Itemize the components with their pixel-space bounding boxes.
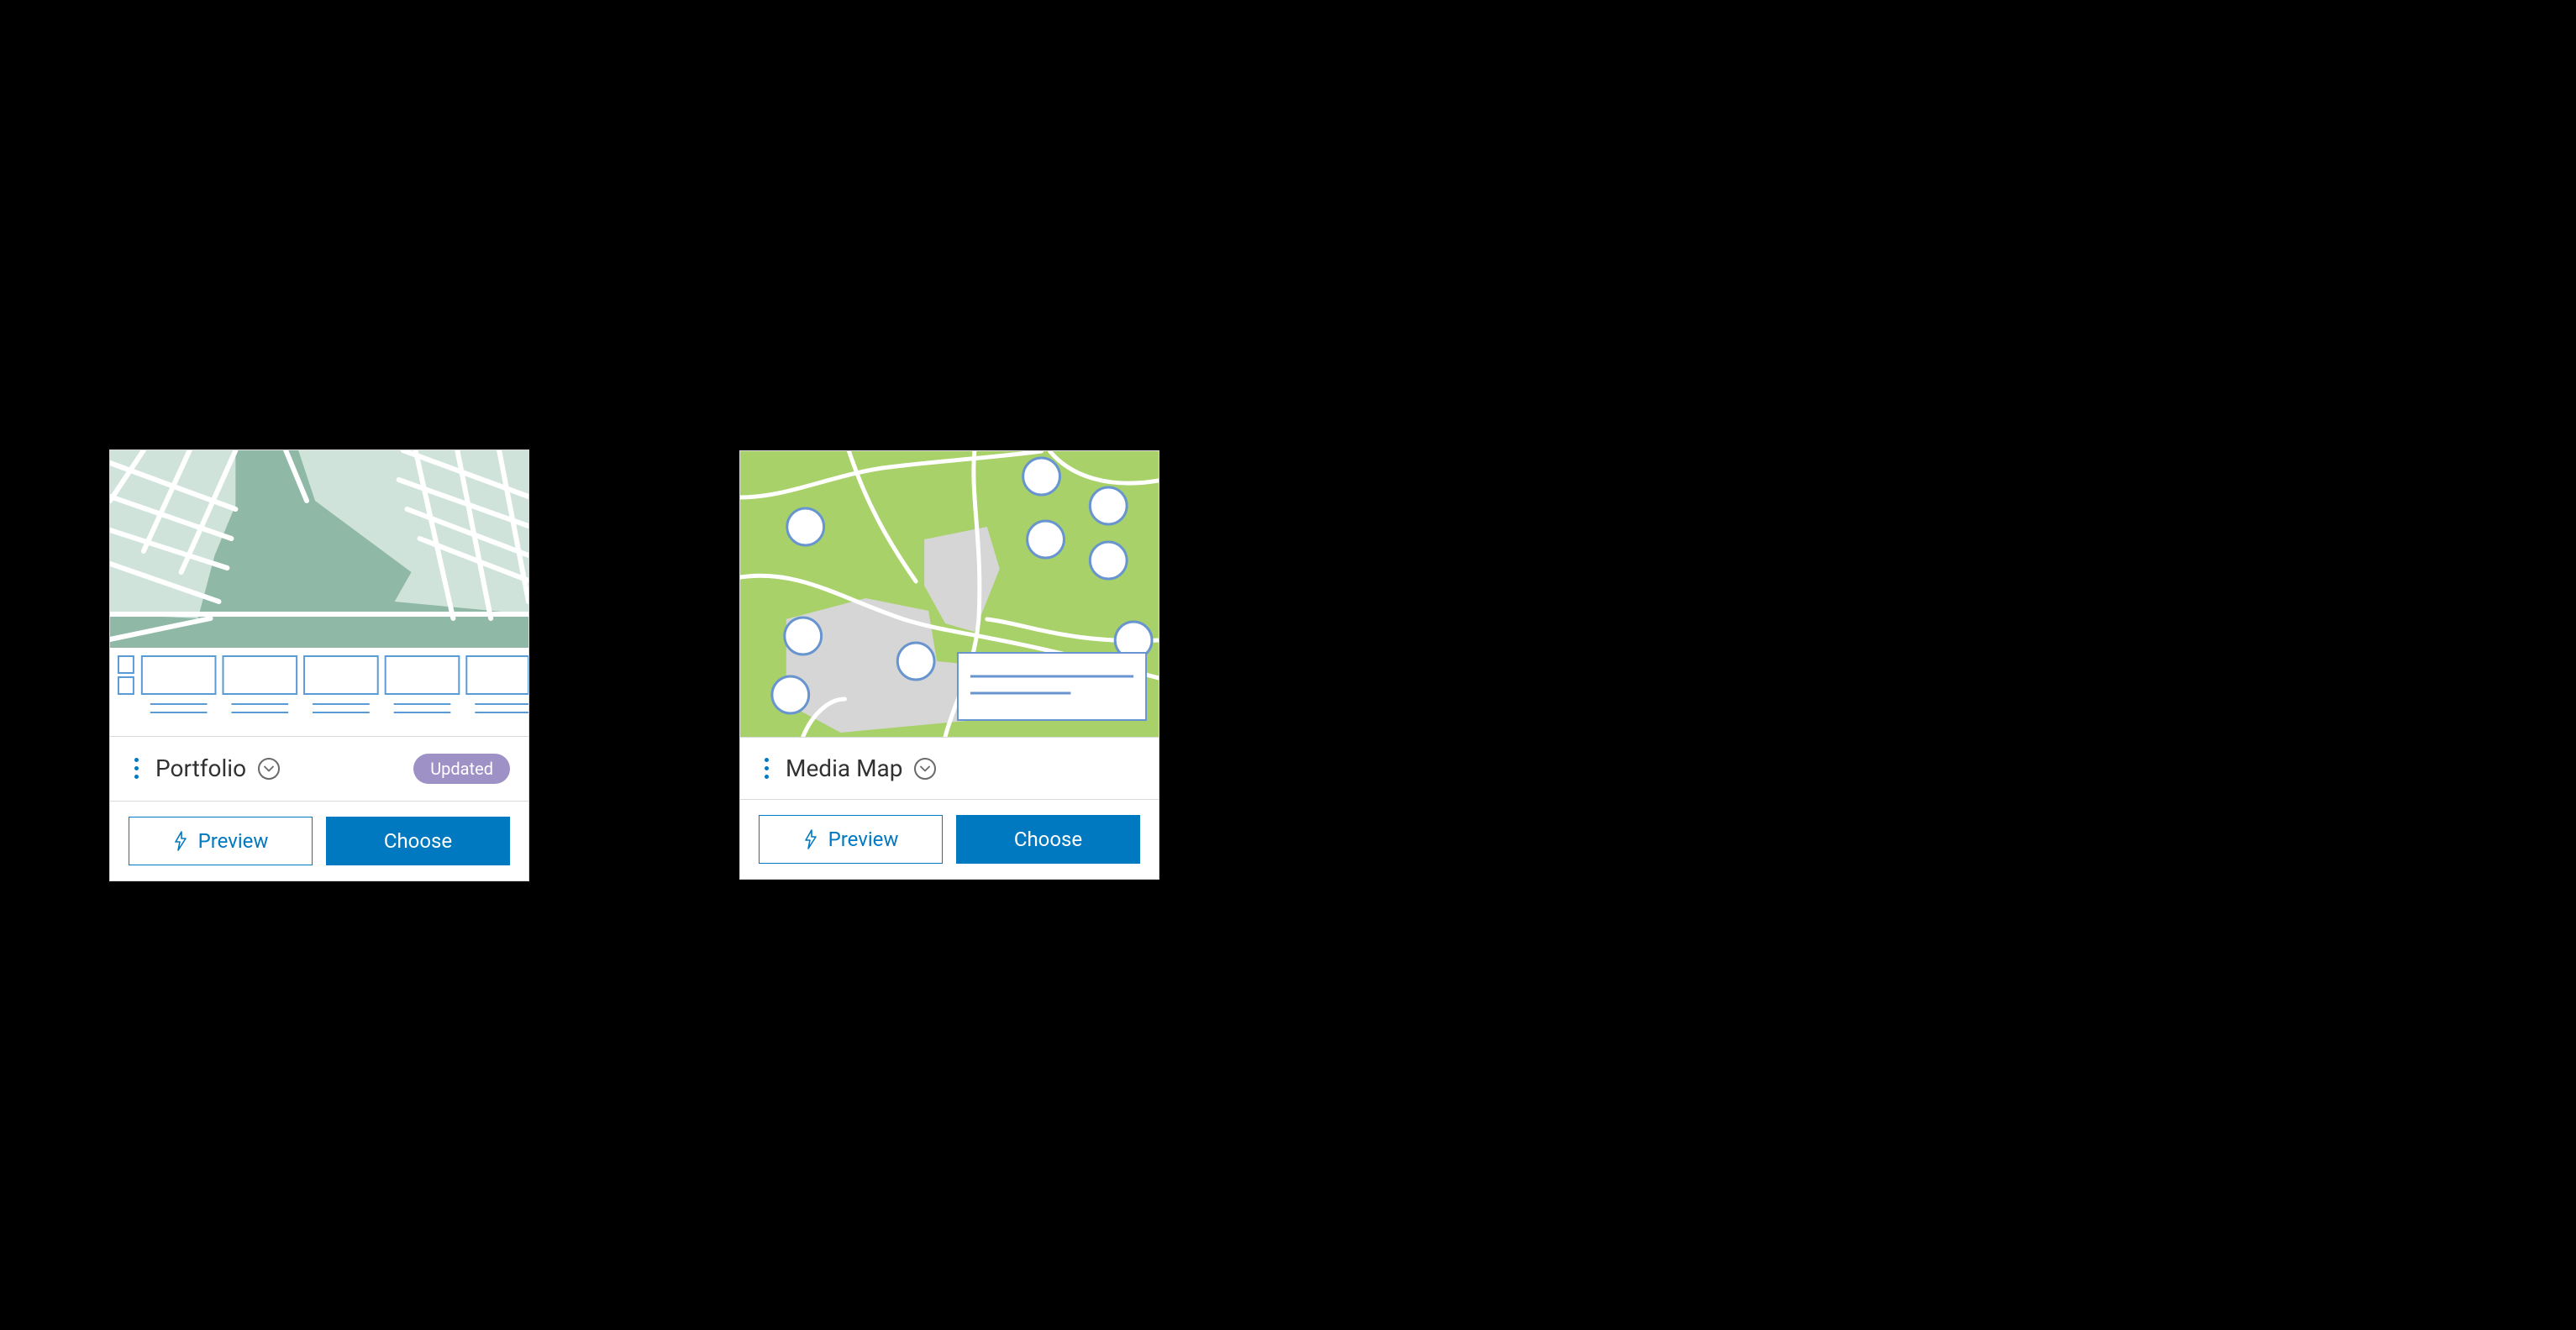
preview-button[interactable]: Preview: [129, 817, 313, 865]
more-options-icon[interactable]: [759, 756, 774, 781]
mediamap-thumb-svg: [740, 451, 1159, 737]
template-title: Media Map: [786, 754, 902, 782]
card-title-row: Media Map: [740, 737, 1159, 799]
more-options-icon[interactable]: [129, 756, 144, 781]
expand-icon[interactable]: [258, 758, 280, 780]
card-actions: Preview Choose: [740, 799, 1159, 879]
preview-label: Preview: [828, 828, 899, 851]
template-thumbnail: [110, 450, 528, 736]
portfolio-thumb-svg: [110, 450, 528, 736]
choose-label: Choose: [1014, 828, 1082, 851]
template-card-mediamap: Media Map Preview Choose: [739, 450, 1159, 880]
expand-icon[interactable]: [914, 758, 936, 780]
choose-button[interactable]: Choose: [326, 817, 510, 865]
preview-label: Preview: [198, 829, 269, 853]
template-card-portfolio: Portfolio Updated Preview Choose: [109, 449, 529, 881]
card-actions: Preview Choose: [110, 801, 528, 881]
preview-button[interactable]: Preview: [759, 815, 943, 864]
card-title-row: Portfolio Updated: [110, 736, 528, 801]
template-thumbnail: [740, 451, 1159, 737]
updated-badge: Updated: [413, 754, 510, 784]
bolt-icon: [173, 831, 188, 851]
bolt-icon: [803, 829, 818, 849]
template-title: Portfolio: [155, 754, 246, 782]
choose-label: Choose: [384, 829, 452, 853]
choose-button[interactable]: Choose: [956, 815, 1140, 864]
